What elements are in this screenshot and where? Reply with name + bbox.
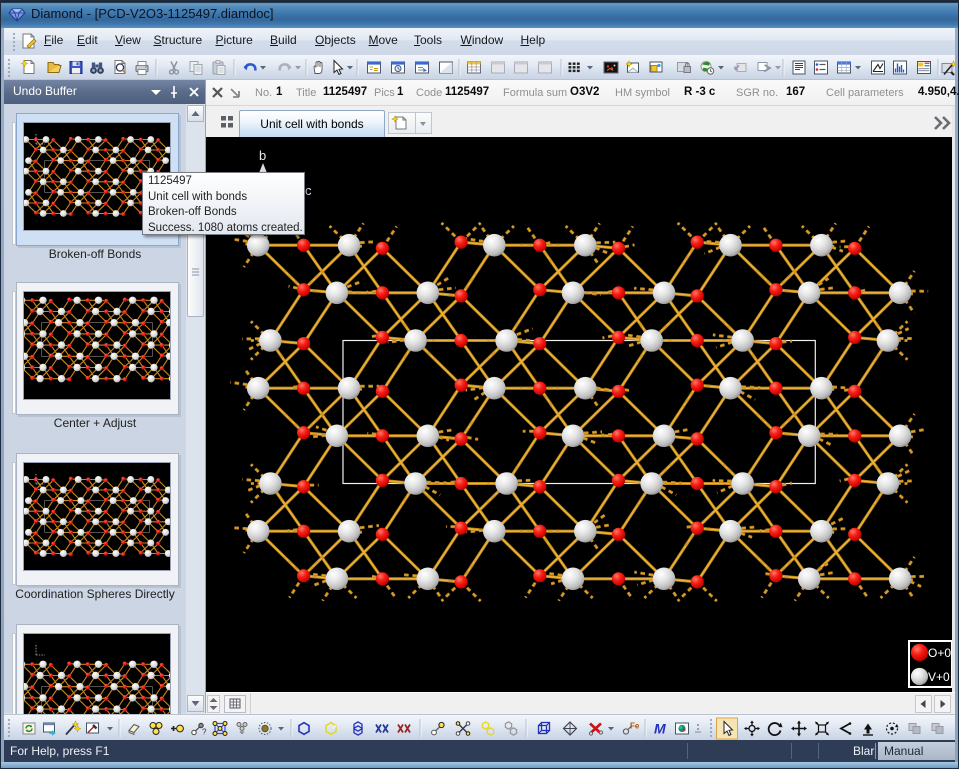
svg-text:O+0: O+0 — [928, 646, 951, 660]
svg-text:Fe: Fe — [630, 722, 640, 731]
svg-text:c: c — [305, 183, 312, 198]
svg-text:b: b — [259, 148, 266, 163]
svg-text:M: M — [654, 721, 666, 737]
svg-text:?: ? — [202, 728, 207, 737]
svg-text:V+0: V+0 — [928, 670, 950, 684]
